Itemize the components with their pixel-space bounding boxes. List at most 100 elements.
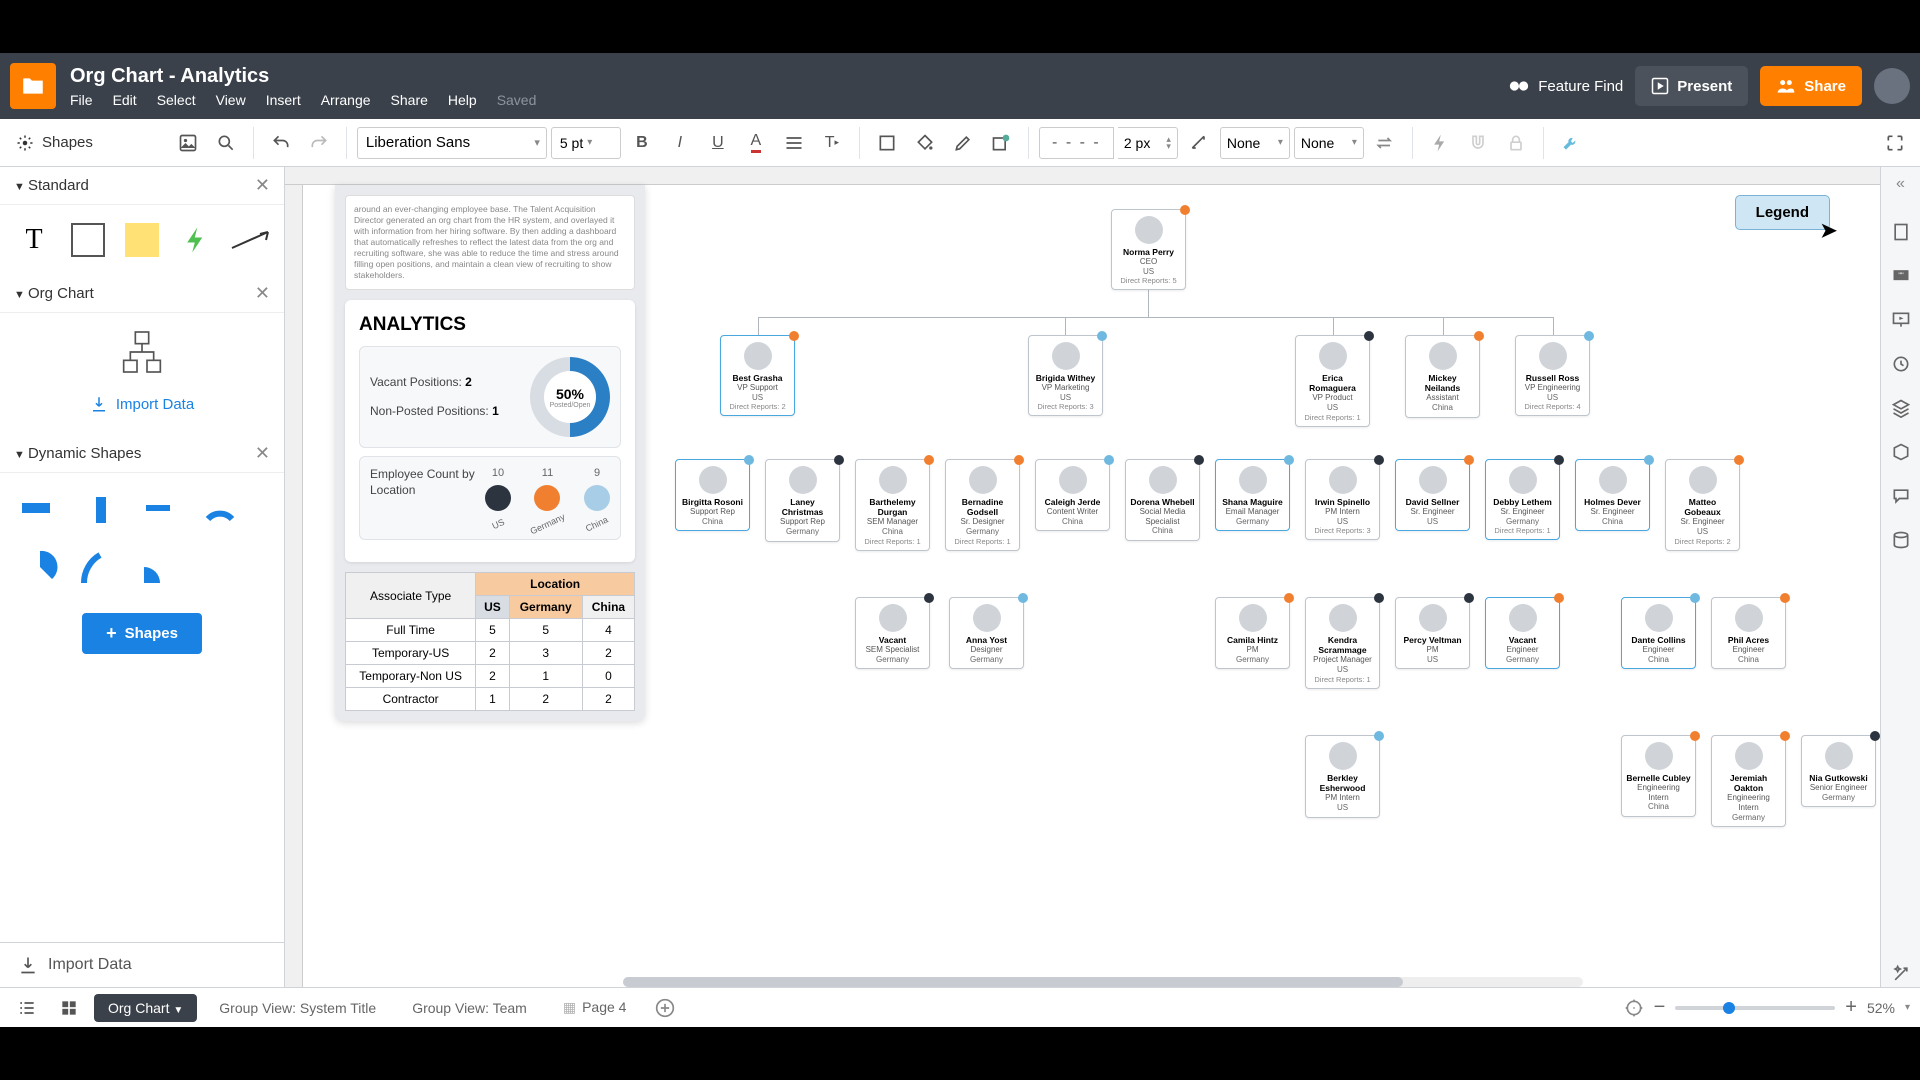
rail-comment-icon[interactable]: "": [1888, 263, 1914, 289]
zoom-slider[interactable]: [1675, 1006, 1835, 1010]
org-node[interactable]: Best GrashaVP SupportUSDirect Reports: 2: [720, 335, 795, 416]
org-node[interactable]: Camila HintzPMGermany: [1215, 597, 1290, 669]
shape-options-button[interactable]: [984, 126, 1018, 160]
menu-select[interactable]: Select: [157, 92, 196, 108]
tab-orgchart[interactable]: Org Chart ▼: [94, 994, 197, 1022]
action-button[interactable]: [1423, 126, 1457, 160]
undo-button[interactable]: [264, 126, 298, 160]
menu-file[interactable]: File: [70, 92, 93, 108]
org-node[interactable]: Irwin SpinelloPM InternUSDirect Reports:…: [1305, 459, 1380, 540]
list-view-button[interactable]: [10, 991, 44, 1025]
org-node[interactable]: Jeremiah OaktonEngineering InternGermany: [1711, 735, 1786, 827]
add-page-button[interactable]: [648, 991, 682, 1025]
rail-db-icon[interactable]: [1888, 527, 1914, 553]
menu-help[interactable]: Help: [448, 92, 477, 108]
fullscreen-button[interactable]: [1878, 126, 1912, 160]
italic-button[interactable]: I: [663, 126, 697, 160]
dyn-bar-h[interactable]: [20, 487, 60, 527]
arrow-shape[interactable]: [230, 219, 270, 261]
org-node[interactable]: Percy VeltmanPMUS: [1395, 597, 1470, 669]
endpoint-start-select[interactable]: None▾: [1220, 127, 1290, 159]
line-style-select[interactable]: - - - -: [1039, 127, 1114, 159]
org-node[interactable]: Russell RossVP EngineeringUSDirect Repor…: [1515, 335, 1590, 416]
close-icon[interactable]: ✕: [255, 283, 270, 304]
menu-share[interactable]: Share: [391, 92, 428, 108]
text-shape[interactable]: T: [14, 219, 54, 261]
rail-layers-icon[interactable]: [1888, 395, 1914, 421]
org-node[interactable]: Dorena WhebellSocial Media SpecialistChi…: [1125, 459, 1200, 541]
org-node[interactable]: Barthelemy DurganSEM ManagerChinaDirect …: [855, 459, 930, 551]
section-dynamic[interactable]: ▼ Dynamic Shapes ✕: [0, 435, 284, 473]
org-node[interactable]: Bernadine GodsellSr. DesignerGermanyDire…: [945, 459, 1020, 551]
image-button[interactable]: [171, 126, 205, 160]
rail-page-icon[interactable]: [1888, 219, 1914, 245]
org-node[interactable]: Berkley EsherwoodPM InternUS: [1305, 735, 1380, 818]
rail-history-icon[interactable]: [1888, 351, 1914, 377]
org-node[interactable]: Debby LethemSr. EngineerGermanyDirect Re…: [1485, 459, 1560, 540]
org-node[interactable]: Erica RomagueraVP ProductUSDirect Report…: [1295, 335, 1370, 427]
tab-page4[interactable]: ▦Page 4: [549, 993, 641, 1022]
menu-insert[interactable]: Insert: [266, 92, 301, 108]
menu-arrange[interactable]: Arrange: [321, 92, 371, 108]
org-node[interactable]: VacantSEM SpecialistGermany: [855, 597, 930, 669]
align-button[interactable]: [777, 126, 811, 160]
org-node[interactable]: VacantEngineerGermany: [1485, 597, 1560, 669]
rect-shape[interactable]: [68, 219, 108, 261]
dyn-arc-open[interactable]: [200, 487, 240, 527]
wrench-button[interactable]: [1554, 126, 1588, 160]
lock-button[interactable]: [1499, 126, 1533, 160]
redo-button[interactable]: [302, 126, 336, 160]
zoom-level[interactable]: 52%: [1867, 1000, 1895, 1016]
analytics-panel[interactable]: around an ever-changing employee base. T…: [335, 185, 645, 721]
horizontal-scrollbar[interactable]: [623, 977, 1583, 987]
close-icon[interactable]: ✕: [255, 175, 270, 196]
org-node[interactable]: Phil AcresEngineerChina: [1711, 597, 1786, 669]
org-node[interactable]: Dante CollinsEngineerChina: [1621, 597, 1696, 669]
shapes-panel-toggle[interactable]: Shapes: [8, 134, 101, 152]
org-node[interactable]: Anna YostDesignerGermany: [949, 597, 1024, 669]
line-type-button[interactable]: [1182, 126, 1216, 160]
menu-edit[interactable]: Edit: [113, 92, 137, 108]
org-node[interactable]: Norma PerryCEOUSDirect Reports: 5: [1111, 209, 1186, 290]
bold-button[interactable]: B: [625, 126, 659, 160]
rail-chat-icon[interactable]: [1888, 483, 1914, 509]
rail-present-icon[interactable]: [1888, 307, 1914, 333]
dyn-arc-fill[interactable]: [20, 547, 60, 587]
org-node[interactable]: Shana MaguireEmail ManagerGermany: [1215, 459, 1290, 531]
shape-fill-button[interactable]: [870, 126, 904, 160]
section-orgchart[interactable]: ▼ Org Chart ✕: [0, 275, 284, 313]
org-node[interactable]: David SellnerSr. EngineerUS: [1395, 459, 1470, 531]
collapse-rail-button[interactable]: «: [1896, 175, 1905, 193]
org-node[interactable]: Kendra ScrammageProject ManagerUSDirect …: [1305, 597, 1380, 689]
zoom-in-button[interactable]: +: [1845, 996, 1857, 1019]
grid-view-button[interactable]: [52, 991, 86, 1025]
tab-group-system[interactable]: Group View: System Title: [205, 994, 390, 1022]
dyn-bar-v[interactable]: [80, 487, 120, 527]
dyn-dash[interactable]: [140, 487, 180, 527]
org-node[interactable]: Matteo GobeauxSr. EngineerUSDirect Repor…: [1665, 459, 1740, 551]
present-button[interactable]: Present: [1635, 66, 1748, 106]
target-icon[interactable]: [1624, 998, 1644, 1018]
swap-endpoints-button[interactable]: [1368, 126, 1402, 160]
org-node[interactable]: Holmes DeverSr. EngineerChina: [1575, 459, 1650, 531]
import-data-footer[interactable]: Import Data: [0, 942, 284, 987]
note-shape[interactable]: [122, 219, 162, 261]
canvas[interactable]: around an ever-changing employee base. T…: [285, 167, 1880, 987]
line-color-button[interactable]: [946, 126, 980, 160]
share-button[interactable]: Share: [1760, 66, 1862, 106]
add-shapes-button[interactable]: +Shapes: [82, 613, 202, 654]
document-title[interactable]: Org Chart - Analytics: [70, 65, 536, 88]
org-node[interactable]: Mickey NeilandsAssistantChina: [1405, 335, 1480, 418]
rail-magic-icon[interactable]: [1888, 961, 1914, 987]
tab-group-team[interactable]: Group View: Team: [398, 994, 541, 1022]
dyn-wedge[interactable]: [140, 547, 180, 587]
org-node[interactable]: Birgitta RosoniSupport RepChina: [675, 459, 750, 531]
fill-color-button[interactable]: [908, 126, 942, 160]
org-node[interactable]: Brigida WitheyVP MarketingUSDirect Repor…: [1028, 335, 1103, 416]
text-format-button[interactable]: T▸: [815, 126, 849, 160]
import-data-link[interactable]: Import Data: [76, 387, 208, 421]
section-standard[interactable]: ▼ Standard ✕: [0, 167, 284, 205]
app-logo[interactable]: [10, 63, 56, 109]
user-avatar[interactable]: [1874, 68, 1910, 104]
underline-button[interactable]: U: [701, 126, 735, 160]
